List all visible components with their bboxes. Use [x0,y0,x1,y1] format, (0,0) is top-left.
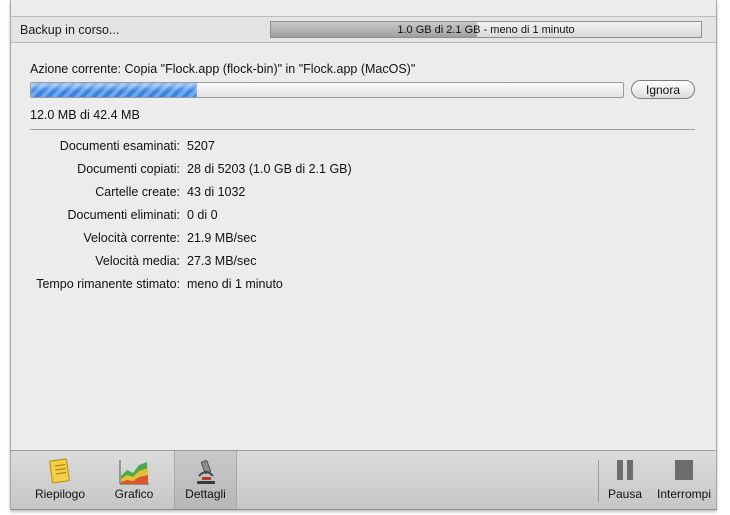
microscope-icon [196,460,215,484]
detail-row: Velocità media: 27.3 MB/sec [11,254,716,277]
detail-label: Documenti copiati: [77,162,180,176]
stop-button[interactable]: Interrompi [655,451,713,509]
tab-summary[interactable]: Riepilogo [28,451,92,509]
tab-chart-label: Grafico [114,487,154,501]
detail-value: 5207 [187,139,215,153]
file-progress-bar [30,82,624,98]
detail-value: meno di 1 minuto [187,277,283,291]
detail-row: Documenti eliminati: 0 di 0 [11,208,716,231]
detail-label: Documenti esaminati: [59,139,180,153]
tab-details[interactable]: Dettagli [174,451,237,509]
current-action-text: Copia "Flock.app (flock-bin)" in "Flock.… [124,62,416,76]
detail-label: Velocità corrente: [83,231,180,245]
notepad-icon [49,458,70,484]
stop-label: Interrompi [656,487,712,501]
ignore-button[interactable]: Ignora [631,80,695,99]
current-action: Azione corrente: Copia "Flock.app (flock… [30,62,415,76]
detail-value: 21.9 MB/sec [187,231,257,245]
tab-chart[interactable]: Grafico [103,451,165,509]
detail-row: Cartelle create: 43 di 1032 [11,185,716,208]
backup-window: Backup in corso... 1.0 GB di 2.1 GB - me… [10,0,717,510]
pause-label: Pausa [607,487,643,501]
current-action-label: Azione corrente: [30,62,122,76]
detail-row: Documenti esaminati: 5207 [11,139,716,162]
detail-value: 28 di 5203 (1.0 GB di 2.1 GB) [187,162,352,176]
file-size-text: 12.0 MB di 42.4 MB [30,108,140,122]
tab-details-label: Dettagli [185,487,226,501]
detail-row: Tempo rimanente stimato: meno di 1 minut… [11,277,716,300]
overall-progress-text: 1.0 GB di 2.1 GB - meno di 1 minuto [397,24,575,36]
detail-label: Velocità media: [95,254,180,268]
file-progress-fill [31,83,197,97]
detail-label: Cartelle create: [95,185,180,199]
pause-icon [617,460,633,480]
status-bar: Backup in corso... 1.0 GB di 2.1 GB - me… [11,16,716,43]
bottom-toolbar: Riepilogo Grafico Dettagli Pausa Interro… [11,450,716,509]
detail-value: 27.3 MB/sec [187,254,257,268]
toolbar-separator [598,460,599,502]
status-text: Backup in corso... [20,23,120,37]
overall-progress-bar: 1.0 GB di 2.1 GB - meno di 1 minuto [270,21,702,38]
details-panel: Azione corrente: Copia "Flock.app (flock… [11,43,716,450]
pause-button[interactable]: Pausa [605,451,645,509]
detail-label: Documenti eliminati: [67,208,180,222]
area-chart-icon [119,460,149,485]
stop-icon [675,460,693,480]
detail-label: Tempo rimanente stimato: [36,277,180,291]
detail-value: 43 di 1032 [187,185,246,199]
divider [30,129,695,130]
tab-summary-label: Riepilogo [34,487,86,501]
detail-row: Documenti copiati: 28 di 5203 (1.0 GB di… [11,162,716,185]
details-list: Documenti esaminati: 5207 Documenti copi… [11,139,716,300]
detail-row: Velocità corrente: 21.9 MB/sec [11,231,716,254]
detail-value: 0 di 0 [187,208,218,222]
